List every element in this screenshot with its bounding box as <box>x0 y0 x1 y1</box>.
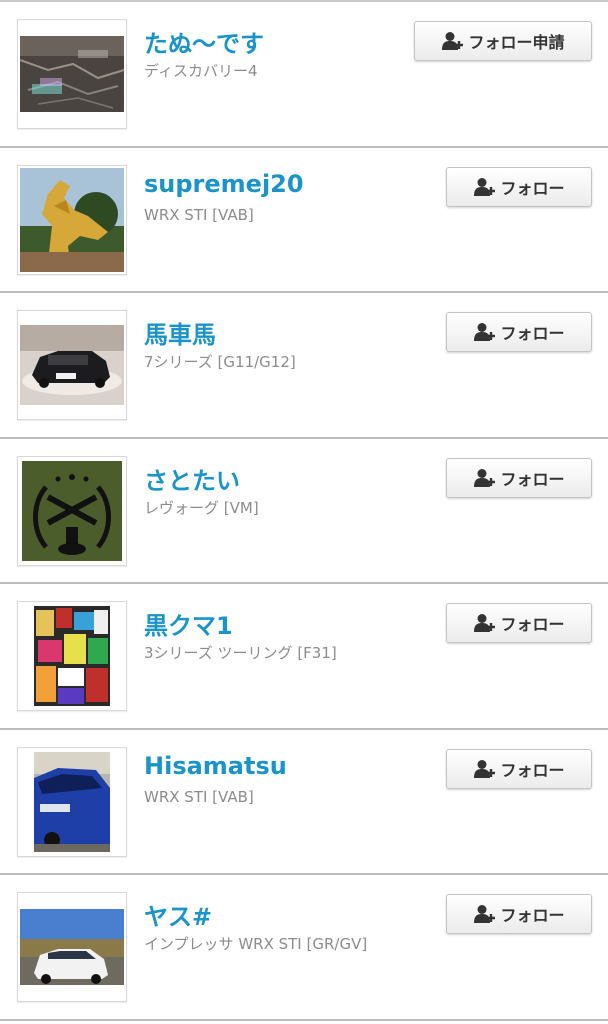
user-car: 7シリーズ [G11/G12] <box>144 353 296 371</box>
user-avatar[interactable] <box>17 164 127 275</box>
user-name[interactable]: さとたい <box>144 461 240 496</box>
follow-button[interactable]: フォロー <box>446 166 592 207</box>
thumb-cracked-surface <box>19 36 125 112</box>
follow-button-label: フォロー <box>500 324 565 343</box>
add-user-icon <box>473 177 497 197</box>
user-car: WRX STI [VAB] <box>144 787 254 806</box>
thumb-white-car <box>20 909 124 985</box>
user-avatar[interactable] <box>17 601 127 711</box>
follow-button[interactable]: フォロー <box>446 603 592 643</box>
follow-button-label: フォロー <box>500 615 565 634</box>
follow-button[interactable]: フォロー <box>446 312 592 352</box>
follow-button-label: フォロー <box>500 906 565 925</box>
list-item: さとたい レヴォーグ [VM] フォロー <box>0 439 608 584</box>
user-name[interactable]: 黒クマ1 <box>144 606 233 641</box>
thumb-colorful-stickers <box>34 606 110 706</box>
add-user-icon <box>473 904 497 924</box>
user-name[interactable]: 馬車馬 <box>144 315 216 350</box>
user-avatar[interactable] <box>17 310 127 420</box>
follow-button-label: フォロー <box>500 760 565 780</box>
user-car: WRX STI [VAB] <box>144 205 254 224</box>
add-user-icon <box>473 613 497 633</box>
thumb-black-car <box>20 325 124 405</box>
thumb-blue-car <box>34 751 110 852</box>
list-item: 馬車馬 7シリーズ [G11/G12] フォロー <box>0 293 608 439</box>
list-item: Hisamatsu WRX STI [VAB] フォロー <box>0 730 608 875</box>
follow-button-label: フォロー <box>500 178 565 198</box>
user-name[interactable]: supremej20 <box>144 170 304 198</box>
follow-button[interactable]: フォロー <box>446 748 592 789</box>
user-avatar[interactable] <box>17 19 127 129</box>
list-item: ヤス# インプレッサ WRX STI [GR/GV] フォロー <box>0 875 608 1021</box>
follow-request-button[interactable]: フォロー申請 <box>414 21 592 61</box>
user-avatar[interactable] <box>17 746 127 857</box>
add-user-icon <box>441 31 465 51</box>
add-user-icon <box>473 759 497 779</box>
follow-button[interactable]: フォロー <box>446 457 592 498</box>
user-car: レヴォーグ [VM] <box>144 498 259 517</box>
list-item: 黒クマ1 3シリーズ ツーリング [F31] フォロー <box>0 584 608 730</box>
thumb-golden-statue <box>20 167 124 272</box>
list-item: supremej20 WRX STI [VAB] フォロー <box>0 148 608 293</box>
user-name[interactable]: たぬ～です <box>144 24 264 59</box>
list-item: たぬ～です ディスカバリー4 フォロー申請 <box>0 2 608 148</box>
user-list: たぬ～です ディスカバリー4 フォロー申請 supremej20 WRX STI… <box>0 0 608 1024</box>
user-name[interactable]: Hisamatsu <box>144 752 287 780</box>
thumb-emblem <box>22 460 122 561</box>
user-car: ディスカバリー4 <box>144 62 258 80</box>
user-car: インプレッサ WRX STI [GR/GV] <box>144 935 368 953</box>
follow-button-label: フォロー <box>500 469 565 489</box>
add-user-icon <box>473 468 497 488</box>
user-name[interactable]: ヤス# <box>144 897 212 932</box>
follow-button-label: フォロー申請 <box>468 33 565 52</box>
follow-button[interactable]: フォロー <box>446 894 592 934</box>
user-car: 3シリーズ ツーリング [F31] <box>144 644 337 662</box>
user-avatar[interactable] <box>17 455 127 566</box>
add-user-icon <box>473 322 497 342</box>
user-avatar[interactable] <box>17 892 127 1002</box>
